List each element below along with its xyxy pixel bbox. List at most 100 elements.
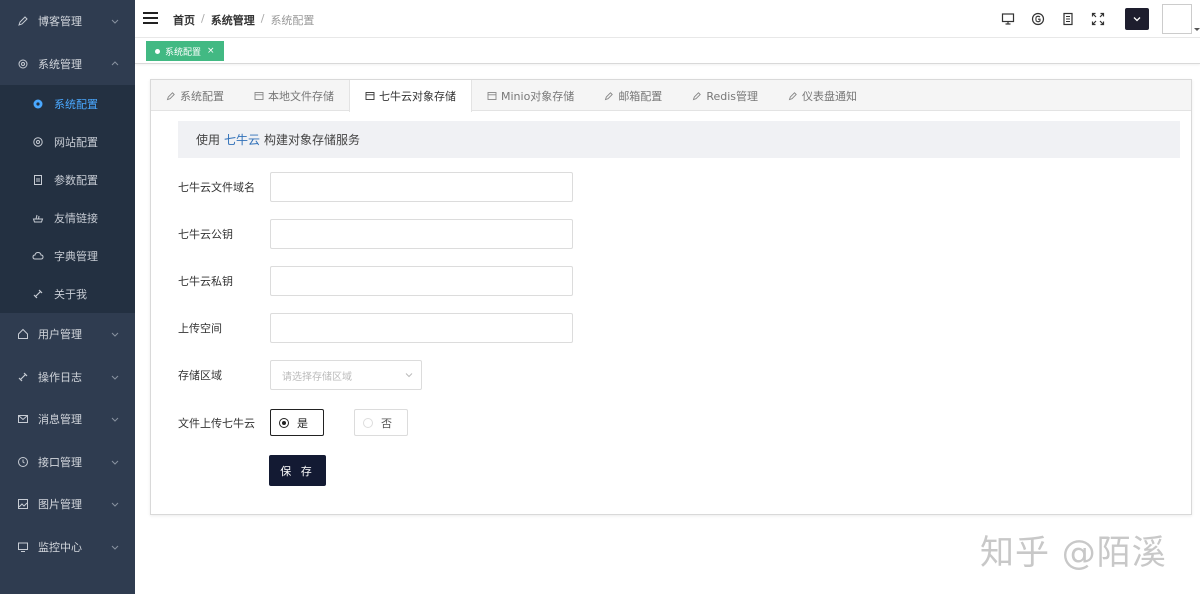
active-dot-icon [155, 48, 160, 54]
watermark: 知乎 @陌溪 [980, 533, 1167, 573]
sidebar-subitem-system-config[interactable]: 系统配置 [0, 85, 135, 123]
form-row-region: 存储区域 请选择存储区域 [178, 360, 422, 390]
link-icon [32, 288, 44, 300]
sidebar-subitem-label: 参数配置 [54, 174, 98, 187]
calendar-icon [365, 91, 375, 101]
chevron-down-icon [111, 375, 119, 380]
bucket-label: 上传空间 [178, 322, 222, 335]
upload-qiniu-label: 文件上传七牛云 [178, 416, 255, 430]
clock-icon [17, 456, 29, 468]
sidebar-item-monitor[interactable]: 监控中心 [0, 526, 135, 569]
hamburger-icon[interactable] [143, 12, 158, 24]
sidebar-item-api[interactable]: 接口管理 [0, 441, 135, 484]
hand-icon [32, 212, 44, 224]
breadcrumb-system[interactable]: 系统管理 [211, 12, 255, 28]
chevron-down-icon [111, 502, 119, 507]
tab-redis[interactable]: Redis管理 [677, 80, 773, 111]
breadcrumb: 首页 / 系统管理 / 系统配置 [173, 12, 314, 28]
radio-checked-icon [279, 417, 289, 428]
chevron-down-icon [405, 373, 413, 378]
edit-icon [166, 91, 176, 101]
sidebar-item-system[interactable]: 系统管理 [0, 43, 135, 86]
sidebar-item-images[interactable]: 图片管理 [0, 483, 135, 526]
form-row-upload-qiniu: 文件上传七牛云 是 否 [178, 409, 408, 436]
sidebar-item-label: 用户管理 [38, 328, 82, 342]
region-placeholder: 请选择存储区域 [282, 371, 352, 383]
cloud-icon [32, 250, 44, 262]
sidebar-subitem-params[interactable]: 参数配置 [0, 161, 135, 199]
fullscreen-icon[interactable] [1091, 12, 1105, 26]
tab-label: 本地文件存储 [268, 89, 334, 103]
bucket-input[interactable] [270, 313, 573, 343]
top-header: 首页 / 系统管理 / 系统配置 [135, 0, 1200, 38]
edit-icon [604, 91, 614, 101]
tab-label: 七牛云对象存储 [379, 90, 456, 103]
github-icon[interactable] [1031, 12, 1045, 26]
domain-label: 七牛云文件域名 [178, 181, 255, 194]
form-row-bucket: 上传空间 [178, 313, 573, 343]
sidebar-item-messages[interactable]: 消息管理 [0, 398, 135, 441]
image-icon [17, 498, 29, 510]
tab-qiniu-storage[interactable]: 七牛云对象存储 [349, 80, 472, 112]
monitor-icon[interactable] [1001, 12, 1015, 26]
sidebar-subitem-about[interactable]: 关于我 [0, 275, 135, 313]
tab-label: 仪表盘通知 [802, 89, 857, 103]
sidebar-item-label: 操作日志 [38, 370, 82, 384]
sidebar-item-label: 消息管理 [38, 413, 82, 427]
sidebar-subitem-label: 字典管理 [54, 250, 98, 263]
domain-input[interactable] [270, 172, 573, 202]
chevron-down-icon [111, 19, 119, 24]
gear-icon [17, 58, 29, 70]
monitor-icon [17, 541, 29, 553]
sidebar-item-label: 接口管理 [38, 455, 82, 469]
header-actions [1001, 0, 1200, 38]
avatar[interactable] [1162, 4, 1200, 34]
home-icon [17, 328, 29, 340]
sidebar-item-label: 博客管理 [38, 15, 82, 29]
sidebar-item-users[interactable]: 用户管理 [0, 313, 135, 356]
region-label: 存储区域 [178, 369, 222, 382]
dropdown-button[interactable] [1125, 8, 1149, 30]
link-icon [17, 371, 29, 383]
info-banner: 使用 七牛云 构建对象存储服务 [178, 121, 1180, 158]
sidebar-item-label: 图片管理 [38, 498, 82, 512]
sidebar: 博客管理 系统管理 系统配置 网站配置 参数配置 友情链接 字典管理 关于我 用… [0, 0, 135, 594]
save-button[interactable]: 保 存 [269, 455, 326, 486]
radio-yes[interactable]: 是 [270, 409, 324, 436]
form-row-access-key: 七牛云公钥 [178, 219, 573, 249]
sidebar-item-logs[interactable]: 操作日志 [0, 356, 135, 399]
region-select[interactable]: 请选择存储区域 [270, 360, 422, 390]
form-row-secret-key: 七牛云私钥 [178, 266, 573, 296]
chevron-down-icon [111, 545, 119, 550]
banner-prefix: 使用 [196, 133, 221, 147]
tab-system-config[interactable]: 系统配置 [151, 80, 239, 111]
gear-icon [32, 98, 44, 110]
tag-system-config[interactable]: 系统配置 × [146, 41, 224, 61]
sidebar-item-blog[interactable]: 博客管理 [0, 0, 135, 43]
access-key-input[interactable] [270, 219, 573, 249]
pencil-icon [17, 15, 29, 27]
sidebar-item-label: 系统管理 [38, 57, 82, 71]
edit-icon [788, 91, 798, 101]
secret-key-label: 七牛云私钥 [178, 275, 233, 288]
close-icon[interactable]: × [207, 46, 215, 56]
chevron-down-icon [1133, 17, 1141, 22]
caret-down-icon [1194, 28, 1200, 31]
sidebar-subitem-label: 网站配置 [54, 136, 98, 149]
breadcrumb-home[interactable]: 首页 [173, 12, 195, 28]
document-icon[interactable] [1061, 12, 1075, 26]
sidebar-subitem-site-config[interactable]: 网站配置 [0, 123, 135, 161]
secret-key-input[interactable] [270, 266, 573, 296]
tab-email-config[interactable]: 邮箱配置 [589, 80, 677, 111]
sidebar-subitem-label: 系统配置 [54, 98, 98, 111]
tab-minio-storage[interactable]: Minio对象存储 [472, 80, 589, 111]
breadcrumb-separator: / [260, 12, 265, 25]
tab-local-storage[interactable]: 本地文件存储 [239, 80, 349, 111]
radio-no[interactable]: 否 [354, 409, 408, 436]
sidebar-subitem-links[interactable]: 友情链接 [0, 199, 135, 237]
tab-dashboard-notice[interactable]: 仪表盘通知 [773, 80, 872, 111]
chevron-down-icon [111, 460, 119, 465]
sidebar-subitem-dictionary[interactable]: 字典管理 [0, 237, 135, 275]
banner-suffix: 构建对象存储服务 [264, 133, 361, 147]
tab-label: 邮箱配置 [618, 89, 663, 103]
